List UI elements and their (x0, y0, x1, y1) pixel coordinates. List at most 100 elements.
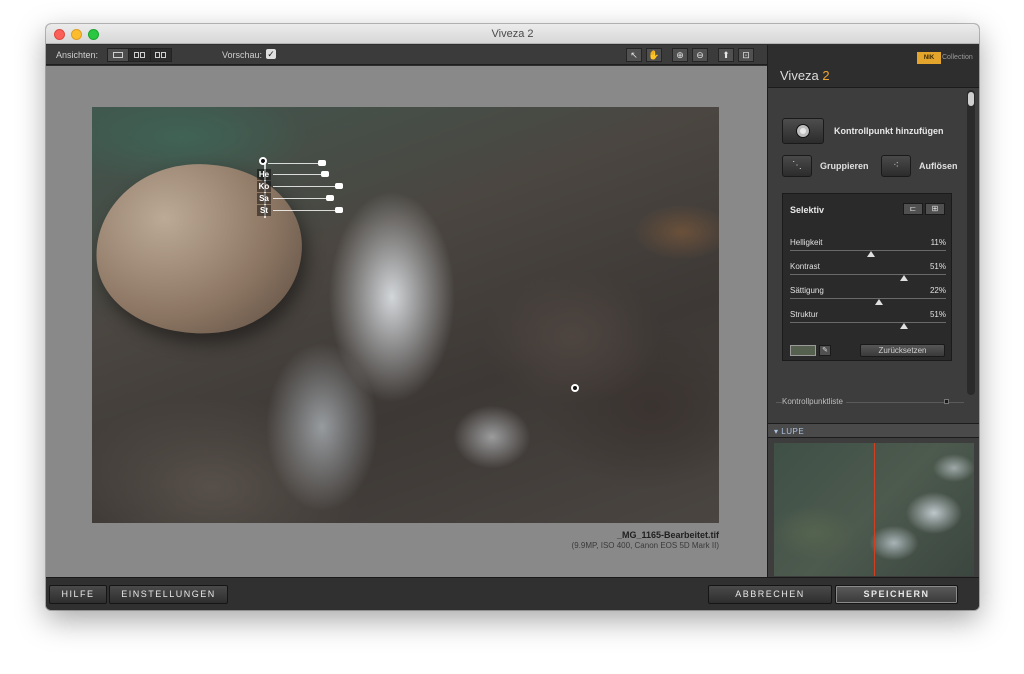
control-point-list-expander[interactable] (944, 399, 949, 404)
size-slider-track (268, 160, 326, 166)
ungroup-button[interactable]: ⁖ (881, 155, 911, 177)
nik-collection-label: Collection (942, 54, 973, 61)
control-point-slider-saturation[interactable]: Sa (257, 193, 334, 204)
slider-track (790, 322, 946, 323)
single-view-button[interactable] (108, 49, 130, 61)
cp-label-structure: St (257, 205, 271, 216)
photo-preview[interactable]: He Ko Sa St (92, 107, 719, 523)
zoom-out-button[interactable]: ⊖ (692, 48, 708, 62)
slider-label: Struktur (790, 310, 819, 319)
arrow-pointer-icon: ↖ (630, 50, 638, 60)
split-view-button[interactable] (129, 49, 151, 61)
cp-label-saturation: Sa (257, 193, 271, 204)
panel-scrollbar[interactable] (967, 90, 975, 395)
brightness-knob[interactable] (321, 171, 329, 177)
show-selection-button[interactable]: ⊏ (903, 203, 923, 215)
group-button[interactable]: ⋱ (782, 155, 812, 177)
hand-tool-button[interactable]: ✋ (646, 48, 662, 62)
slider-brightness[interactable]: Helligkeit 11% (790, 238, 946, 262)
app-name: Viveza 2 (780, 68, 830, 83)
app-name-text: Viveza (780, 68, 819, 83)
right-panel: NIK Collection Viveza 2 Kontrollpunkt hi… (767, 45, 979, 595)
slider-track (790, 298, 946, 299)
fit-screen-button[interactable]: ⊡ (738, 48, 754, 62)
bottom-bar: HILFE EINSTELLUNGEN ABBRECHEN SPEICHERN (46, 577, 979, 610)
color-swatch[interactable] (790, 345, 816, 356)
slider-structure[interactable]: Struktur 51% (790, 310, 946, 334)
slider-contrast[interactable]: Kontrast 51% (790, 262, 946, 286)
control-point-slider-brightness[interactable]: He (257, 169, 329, 180)
single-view-icon (113, 52, 124, 58)
structure-knob[interactable] (335, 207, 343, 213)
slider-label: Helligkeit (790, 238, 823, 247)
select-tool-button[interactable]: ↖ (626, 48, 642, 62)
split-view-icon (133, 52, 145, 58)
loupe-view (774, 443, 974, 576)
group-icon: ⋱ (792, 160, 802, 171)
side-by-side-view-icon (155, 52, 167, 58)
show-mask-button[interactable]: ⊞ (925, 203, 945, 215)
saturation-track (273, 195, 334, 201)
slider-value: 11% (930, 238, 946, 247)
slider-thumb[interactable] (899, 275, 908, 281)
image-canvas: He Ko Sa St _MG_1165-Bearbeitet.tif (9.9… (46, 66, 767, 577)
size-slider-knob[interactable] (318, 160, 326, 166)
help-button[interactable]: HILFE (49, 585, 107, 604)
structure-track (273, 207, 343, 213)
preview-label: Vorschau: (222, 50, 263, 60)
app-version: 2 (822, 68, 830, 83)
slider-label: Kontrast (790, 262, 820, 271)
slider-value: 51% (929, 310, 946, 319)
slider-thumb[interactable] (867, 251, 876, 257)
zoom-out-icon: ⊖ (696, 50, 704, 60)
add-control-point-button[interactable] (782, 118, 824, 144)
slider-saturation[interactable]: Sättigung 22% (790, 286, 946, 310)
color-picker-button[interactable]: ✎ (819, 345, 831, 356)
loupe-title-text: LUPE (781, 427, 805, 436)
ungroup-icon: ⁖ (893, 160, 899, 171)
control-point-list-toggle[interactable]: Kontrollpunktliste (782, 397, 846, 406)
loupe-header[interactable]: ▾ LUPE (768, 423, 979, 438)
side-by-side-view-button[interactable] (151, 49, 171, 61)
mask-icon: ⊞ (931, 204, 939, 213)
preview-checkbox[interactable]: ✓ (266, 49, 276, 59)
control-point-slider-contrast[interactable]: Ko (257, 181, 343, 192)
save-button[interactable]: SPEICHERN (835, 585, 958, 604)
nik-logo: NIK (917, 52, 941, 64)
control-point-slider-structure[interactable]: St (257, 205, 343, 216)
zoom-in-icon: ⊕ (676, 50, 684, 60)
views-label: Ansichten: (56, 50, 99, 60)
group-label: Gruppieren (820, 161, 869, 171)
slider-value: 22% (929, 286, 946, 295)
control-point-tool-button[interactable]: ⬆ (718, 48, 734, 62)
brightness-track (273, 171, 329, 177)
slider-value: 51% (929, 262, 946, 271)
panel-header: NIK Collection Viveza 2 (768, 45, 979, 88)
cp-label-contrast: Ko (257, 181, 271, 192)
add-control-point-label: Kontrollpunkt hinzufügen (834, 126, 944, 136)
slider-track (790, 274, 946, 275)
control-point-handle-2[interactable] (571, 384, 579, 392)
saturation-knob[interactable] (326, 195, 334, 201)
title-bar: Viveza 2 (46, 24, 979, 44)
eyedropper-icon: ✎ (822, 347, 828, 354)
slider-thumb[interactable] (899, 323, 908, 329)
control-point-size-slider[interactable] (266, 158, 326, 169)
contrast-track (273, 183, 343, 189)
app-window: Viveza 2 Ansichten: Vorschau: ✓ ↖ ✋ ⊕ ⊖ … (46, 24, 979, 610)
file-info: (9.9MP, ISO 400, Canon EOS 5D Mark II) (571, 541, 719, 550)
file-name: _MG_1165-Bearbeitet.tif (616, 530, 719, 540)
loupe-split-line (874, 443, 875, 576)
contrast-knob[interactable] (335, 183, 343, 189)
slider-label: Sättigung (790, 286, 824, 295)
slider-thumb[interactable] (874, 299, 883, 305)
cancel-button[interactable]: ABBRECHEN (708, 585, 832, 604)
cp-label-brightness: He (257, 169, 271, 180)
settings-button[interactable]: EINSTELLUNGEN (109, 585, 228, 604)
view-mode-group (107, 48, 172, 62)
zoom-in-button[interactable]: ⊕ (672, 48, 688, 62)
selective-panel: Selektiv ⊏ ⊞ Helligkeit 11% Kontrast 51%… (782, 193, 952, 361)
selection-icon: ⊏ (909, 204, 917, 213)
reset-button[interactable]: Zurücksetzen (860, 344, 945, 357)
panel-scroll-thumb[interactable] (968, 92, 974, 106)
